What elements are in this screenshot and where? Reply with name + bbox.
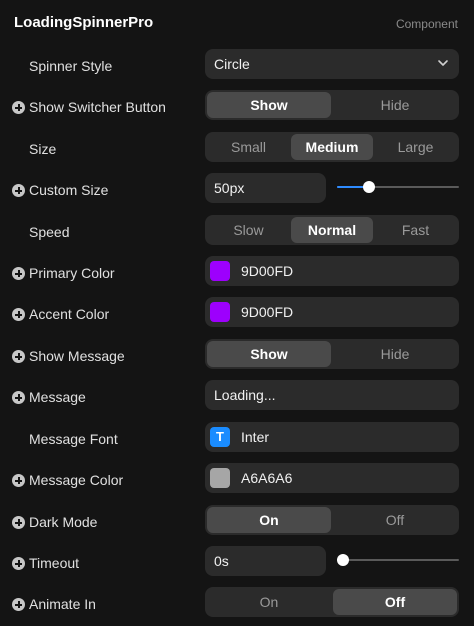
add-icon[interactable]: [12, 474, 25, 487]
speed-option-normal[interactable]: Normal: [291, 217, 373, 243]
row-accent-color: Accent Color 9D00FD: [0, 297, 474, 333]
accent-color-hex: 9D00FD: [241, 304, 294, 320]
row-message: Message Loading...: [0, 380, 474, 416]
animate-in-label: Animate In: [29, 596, 96, 612]
show-message-label: Show Message: [29, 348, 125, 364]
show-switcher-button-segmented: Show Hide: [205, 90, 459, 120]
row-timeout: Timeout 0s: [0, 546, 474, 582]
primary-color-hex: 9D00FD: [241, 263, 294, 279]
show-message-option-show[interactable]: Show: [207, 341, 331, 367]
message-color-label: Message Color: [29, 472, 124, 488]
message-color-swatch[interactable]: [210, 468, 230, 488]
row-primary-color: Primary Color 9D00FD: [0, 256, 474, 292]
message-value: Loading...: [214, 387, 276, 403]
slider-track: [337, 559, 459, 561]
add-icon[interactable]: [12, 101, 25, 114]
custom-size-slider[interactable]: [337, 181, 459, 193]
timeout-input[interactable]: 0s: [205, 546, 326, 576]
dark-mode-label: Dark Mode: [29, 514, 98, 530]
spinner-style-label: Spinner Style: [29, 58, 113, 74]
add-icon[interactable]: [12, 184, 25, 197]
row-custom-size: Custom Size 50px: [0, 173, 474, 209]
accent-color-label: Accent Color: [29, 306, 110, 322]
size-option-small[interactable]: Small: [207, 134, 290, 160]
header: LoadingSpinnerPro Component: [0, 0, 474, 48]
dark-mode-segmented: On Off: [205, 505, 459, 535]
show-message-segmented: Show Hide: [205, 339, 459, 369]
timeout-slider[interactable]: [337, 554, 459, 566]
animate-in-option-on[interactable]: On: [207, 589, 331, 615]
custom-size-value: 50px: [214, 180, 245, 196]
row-size: Size Small Medium Large: [0, 132, 474, 168]
show-message-option-hide[interactable]: Hide: [333, 341, 457, 367]
message-font-label: Message Font: [29, 431, 118, 447]
chevron-down-icon: [438, 60, 448, 66]
show-switcher-button-label: Show Switcher Button: [29, 99, 166, 115]
component-title: LoadingSpinnerPro: [14, 14, 154, 31]
speed-label: Speed: [29, 224, 70, 240]
message-label: Message: [29, 389, 86, 405]
spinner-style-value: Circle: [214, 56, 250, 72]
primary-color-swatch[interactable]: [210, 261, 230, 281]
accent-color-picker[interactable]: 9D00FD: [205, 297, 459, 327]
row-message-color: Message Color A6A6A6: [0, 463, 474, 499]
primary-color-picker[interactable]: 9D00FD: [205, 256, 459, 286]
dark-mode-option-off[interactable]: Off: [333, 507, 457, 533]
row-speed: Speed Slow Normal Fast: [0, 215, 474, 251]
component-type-label: Component: [395, 17, 458, 31]
custom-size-input[interactable]: 50px: [205, 173, 326, 203]
font-type-icon: T: [210, 427, 230, 447]
speed-option-fast[interactable]: Fast: [374, 217, 457, 243]
slider-handle[interactable]: [363, 181, 375, 193]
custom-size-label: Custom Size: [29, 182, 109, 198]
slider-handle[interactable]: [337, 554, 349, 566]
row-spinner-style: Spinner Style Circle: [0, 49, 474, 85]
message-color-picker[interactable]: A6A6A6: [205, 463, 459, 493]
row-animate-in: Animate In On Off: [0, 587, 474, 623]
add-icon[interactable]: [12, 350, 25, 363]
add-icon[interactable]: [12, 516, 25, 529]
accent-color-swatch[interactable]: [210, 302, 230, 322]
size-label: Size: [29, 141, 57, 157]
size-option-large[interactable]: Large: [374, 134, 457, 160]
add-icon[interactable]: [12, 391, 25, 404]
row-show-message: Show Message Show Hide: [0, 339, 474, 375]
add-icon[interactable]: [12, 557, 25, 570]
message-font-picker[interactable]: T Inter: [205, 422, 459, 452]
animate-in-segmented: On Off: [205, 587, 459, 617]
spinner-style-dropdown[interactable]: Circle: [205, 49, 459, 79]
primary-color-label: Primary Color: [29, 265, 115, 281]
add-icon[interactable]: [12, 598, 25, 611]
add-icon[interactable]: [12, 267, 25, 280]
show-switcher-option-show[interactable]: Show: [207, 92, 331, 118]
row-message-font: Message Font T Inter: [0, 422, 474, 458]
animate-in-option-off[interactable]: Off: [333, 589, 457, 615]
size-segmented: Small Medium Large: [205, 132, 459, 162]
dark-mode-option-on[interactable]: On: [207, 507, 331, 533]
message-input[interactable]: Loading...: [205, 380, 459, 410]
row-dark-mode: Dark Mode On Off: [0, 505, 474, 541]
speed-option-slow[interactable]: Slow: [207, 217, 290, 243]
speed-segmented: Slow Normal Fast: [205, 215, 459, 245]
add-icon[interactable]: [12, 308, 25, 321]
timeout-value: 0s: [214, 553, 229, 569]
show-switcher-option-hide[interactable]: Hide: [333, 92, 457, 118]
size-option-medium[interactable]: Medium: [291, 134, 373, 160]
message-font-value: Inter: [241, 429, 270, 445]
timeout-label: Timeout: [29, 555, 80, 571]
message-color-hex: A6A6A6: [241, 470, 293, 486]
row-show-switcher-button: Show Switcher Button Show Hide: [0, 90, 474, 126]
